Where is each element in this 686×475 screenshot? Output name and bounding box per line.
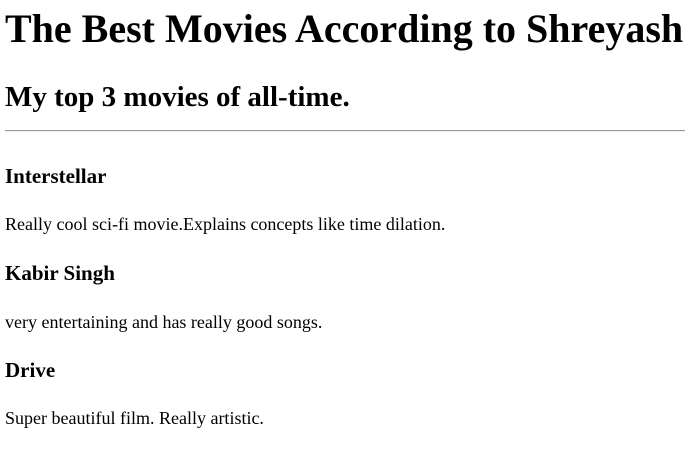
divider — [5, 130, 685, 132]
movie-title: Interstellar — [5, 164, 107, 188]
movie-title: Drive — [5, 358, 56, 382]
movie-title: Kabir Singh — [5, 261, 115, 285]
page-subtitle: My top 3 movies of all-time. — [5, 81, 350, 113]
movie-description: Super beautiful film. Really artistic. — [5, 408, 264, 428]
movie-description: very entertaining and has really good so… — [5, 312, 323, 332]
page-title: The Best Movies According to Shreyash — [5, 6, 684, 51]
movie-description: Really cool sci-fi movie.Explains concep… — [5, 214, 446, 234]
